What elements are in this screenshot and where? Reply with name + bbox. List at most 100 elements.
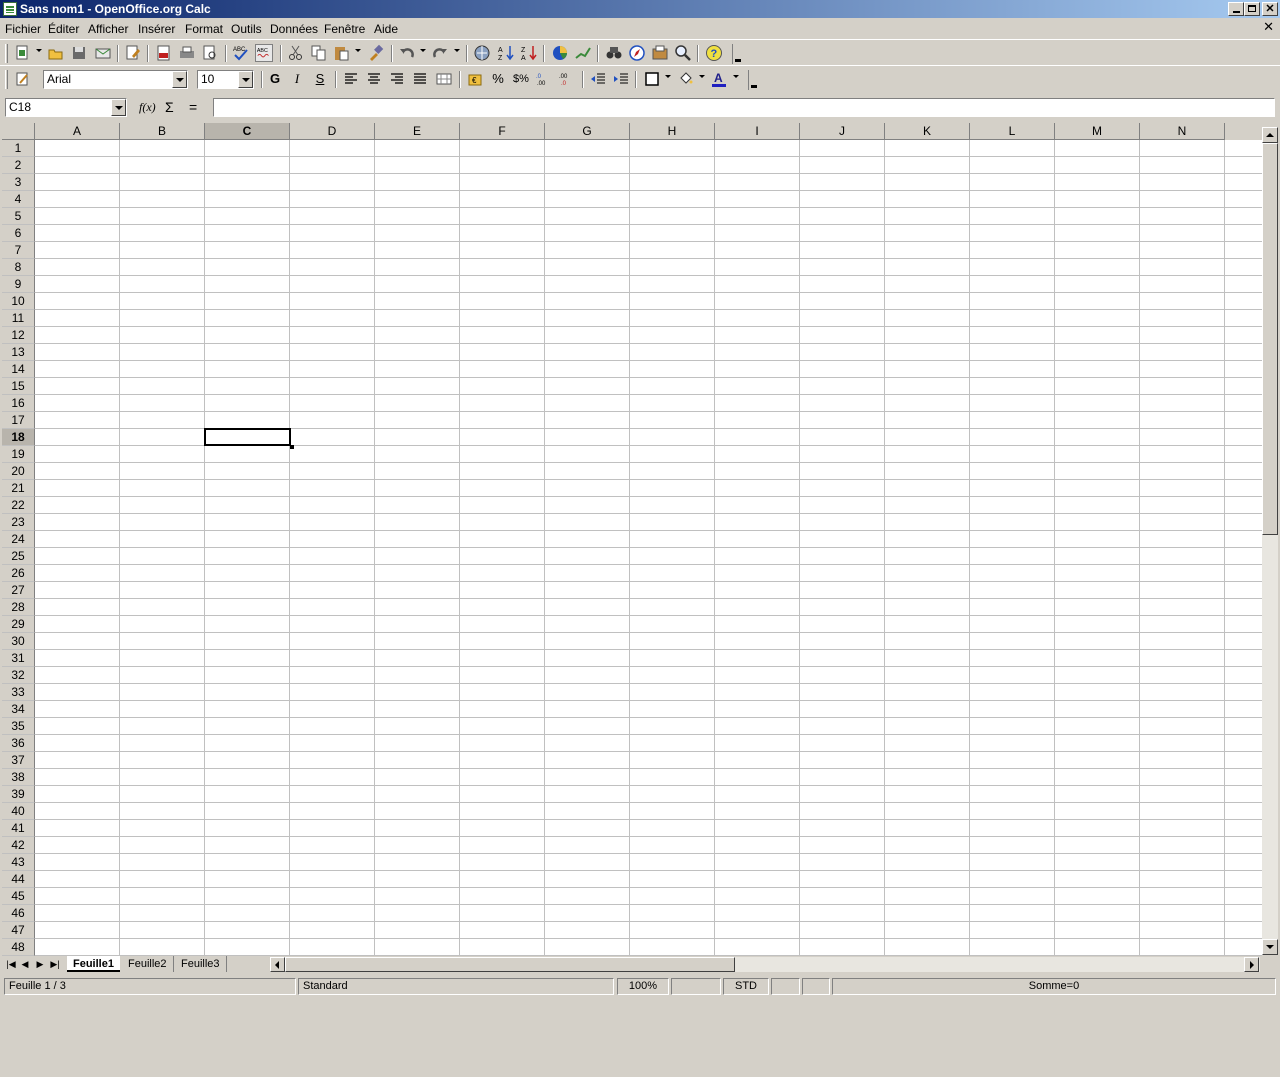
chart-icon[interactable] xyxy=(551,44,569,62)
minimize-button[interactable] xyxy=(1228,2,1244,16)
percent-format-button[interactable]: % xyxy=(489,70,507,88)
new-dropdown-icon[interactable] xyxy=(36,49,42,52)
undo-dropdown-icon[interactable] xyxy=(420,49,426,52)
cut-icon[interactable] xyxy=(287,44,305,62)
new-icon[interactable] xyxy=(14,44,32,62)
menu-outils[interactable]: Outils xyxy=(231,22,262,36)
row-header[interactable]: 30 xyxy=(2,633,35,650)
page-preview-icon[interactable] xyxy=(201,44,219,62)
scroll-right-button[interactable] xyxy=(1244,957,1259,972)
align-center-icon[interactable] xyxy=(365,70,383,88)
row-header[interactable]: 32 xyxy=(2,667,35,684)
background-color-dropdown-icon[interactable] xyxy=(699,75,705,78)
row-header[interactable]: 44 xyxy=(2,871,35,888)
row-header[interactable]: 27 xyxy=(2,582,35,599)
cell-area[interactable] xyxy=(35,140,1262,956)
function-button[interactable]: = xyxy=(189,99,197,115)
column-header[interactable]: H xyxy=(630,123,715,140)
row-header[interactable]: 5 xyxy=(2,208,35,225)
row-header[interactable]: 9 xyxy=(2,276,35,293)
row-header[interactable]: 47 xyxy=(2,922,35,939)
row-header[interactable]: 10 xyxy=(2,293,35,310)
align-left-icon[interactable] xyxy=(342,70,360,88)
row-header[interactable]: 41 xyxy=(2,820,35,837)
row-header[interactable]: 39 xyxy=(2,786,35,803)
row-header[interactable]: 18 xyxy=(2,429,35,446)
row-header[interactable]: 11 xyxy=(2,310,35,327)
column-header[interactable]: C xyxy=(205,123,290,140)
help-icon[interactable]: ? xyxy=(705,44,723,62)
menu-donnees[interactable]: Données xyxy=(270,22,318,36)
horizontal-scrollbar[interactable] xyxy=(270,957,1260,972)
edit-file-icon[interactable] xyxy=(124,44,142,62)
font-color-dropdown-icon[interactable] xyxy=(733,75,739,78)
borders-icon[interactable] xyxy=(643,70,661,88)
row-header[interactable]: 20 xyxy=(2,463,35,480)
tab-feuille2[interactable]: Feuille2 xyxy=(122,956,174,972)
row-header[interactable]: 19 xyxy=(2,446,35,463)
redo-icon[interactable] xyxy=(431,44,449,62)
row-header[interactable]: 26 xyxy=(2,565,35,582)
undo-icon[interactable] xyxy=(398,44,416,62)
standard-format-button[interactable]: $% xyxy=(512,70,530,88)
add-decimal-icon[interactable]: .0.00 xyxy=(535,70,553,88)
copy-icon[interactable] xyxy=(310,44,328,62)
font-size-dropdown-icon[interactable] xyxy=(238,71,253,88)
align-right-icon[interactable] xyxy=(388,70,406,88)
row-header[interactable]: 34 xyxy=(2,701,35,718)
active-cell-cursor[interactable] xyxy=(204,428,294,449)
status-zoom[interactable]: 100% xyxy=(617,978,669,995)
autospellcheck-icon[interactable]: ABC xyxy=(255,44,273,62)
status-signature[interactable] xyxy=(802,978,830,995)
sort-ascending-icon[interactable]: AZ xyxy=(497,44,515,62)
styles-formatting-icon[interactable] xyxy=(14,70,32,88)
toolbar-grip[interactable] xyxy=(5,70,8,89)
find-replace-icon[interactable] xyxy=(605,44,623,62)
column-header[interactable]: G xyxy=(545,123,630,140)
toolbar-overflow[interactable] xyxy=(732,44,742,64)
menu-fichier[interactable]: Fichier xyxy=(5,22,41,36)
row-header[interactable]: 33 xyxy=(2,684,35,701)
row-header[interactable]: 37 xyxy=(2,752,35,769)
row-header[interactable]: 23 xyxy=(2,514,35,531)
row-header[interactable]: 13 xyxy=(2,344,35,361)
borders-dropdown-icon[interactable] xyxy=(665,75,671,78)
menu-inserer[interactable]: Insérer xyxy=(138,22,175,36)
font-color-icon[interactable]: A xyxy=(710,70,728,88)
row-header[interactable]: 40 xyxy=(2,803,35,820)
show-draw-functions-icon[interactable] xyxy=(574,44,592,62)
row-header[interactable]: 28 xyxy=(2,599,35,616)
column-header[interactable]: M xyxy=(1055,123,1140,140)
row-header[interactable]: 46 xyxy=(2,905,35,922)
increase-indent-icon[interactable] xyxy=(612,70,630,88)
column-header[interactable]: L xyxy=(970,123,1055,140)
tab-feuille3[interactable]: Feuille3 xyxy=(175,956,227,972)
horizontal-scroll-thumb[interactable] xyxy=(285,957,735,972)
row-header[interactable]: 4 xyxy=(2,191,35,208)
open-icon[interactable] xyxy=(47,44,65,62)
row-header[interactable]: 31 xyxy=(2,650,35,667)
column-header[interactable]: I xyxy=(715,123,800,140)
hyperlink-icon[interactable] xyxy=(473,44,491,62)
row-header[interactable]: 43 xyxy=(2,854,35,871)
format-paintbrush-icon[interactable] xyxy=(367,44,385,62)
column-header[interactable]: D xyxy=(290,123,375,140)
column-header[interactable]: N xyxy=(1140,123,1225,140)
row-header[interactable]: 45 xyxy=(2,888,35,905)
row-header[interactable]: 48 xyxy=(2,939,35,956)
row-header[interactable]: 42 xyxy=(2,837,35,854)
column-header[interactable]: K xyxy=(885,123,970,140)
row-header[interactable]: 24 xyxy=(2,531,35,548)
decrease-indent-icon[interactable] xyxy=(589,70,607,88)
vertical-scroll-thumb[interactable] xyxy=(1262,143,1278,535)
name-box-dropdown-icon[interactable] xyxy=(111,99,126,116)
menu-afficher[interactable]: Afficher xyxy=(88,22,128,36)
function-wizard-button[interactable]: f(x) xyxy=(139,100,156,115)
sort-descending-icon[interactable]: ZA xyxy=(520,44,538,62)
next-sheet-icon[interactable]: ▶ xyxy=(33,957,47,972)
last-sheet-icon[interactable]: ▶| xyxy=(48,957,62,972)
status-insert-mode[interactable] xyxy=(671,978,721,995)
font-size-combo[interactable]: 10 xyxy=(197,70,254,89)
row-header[interactable]: 1 xyxy=(2,140,35,157)
currency-format-icon[interactable]: € xyxy=(466,70,484,88)
